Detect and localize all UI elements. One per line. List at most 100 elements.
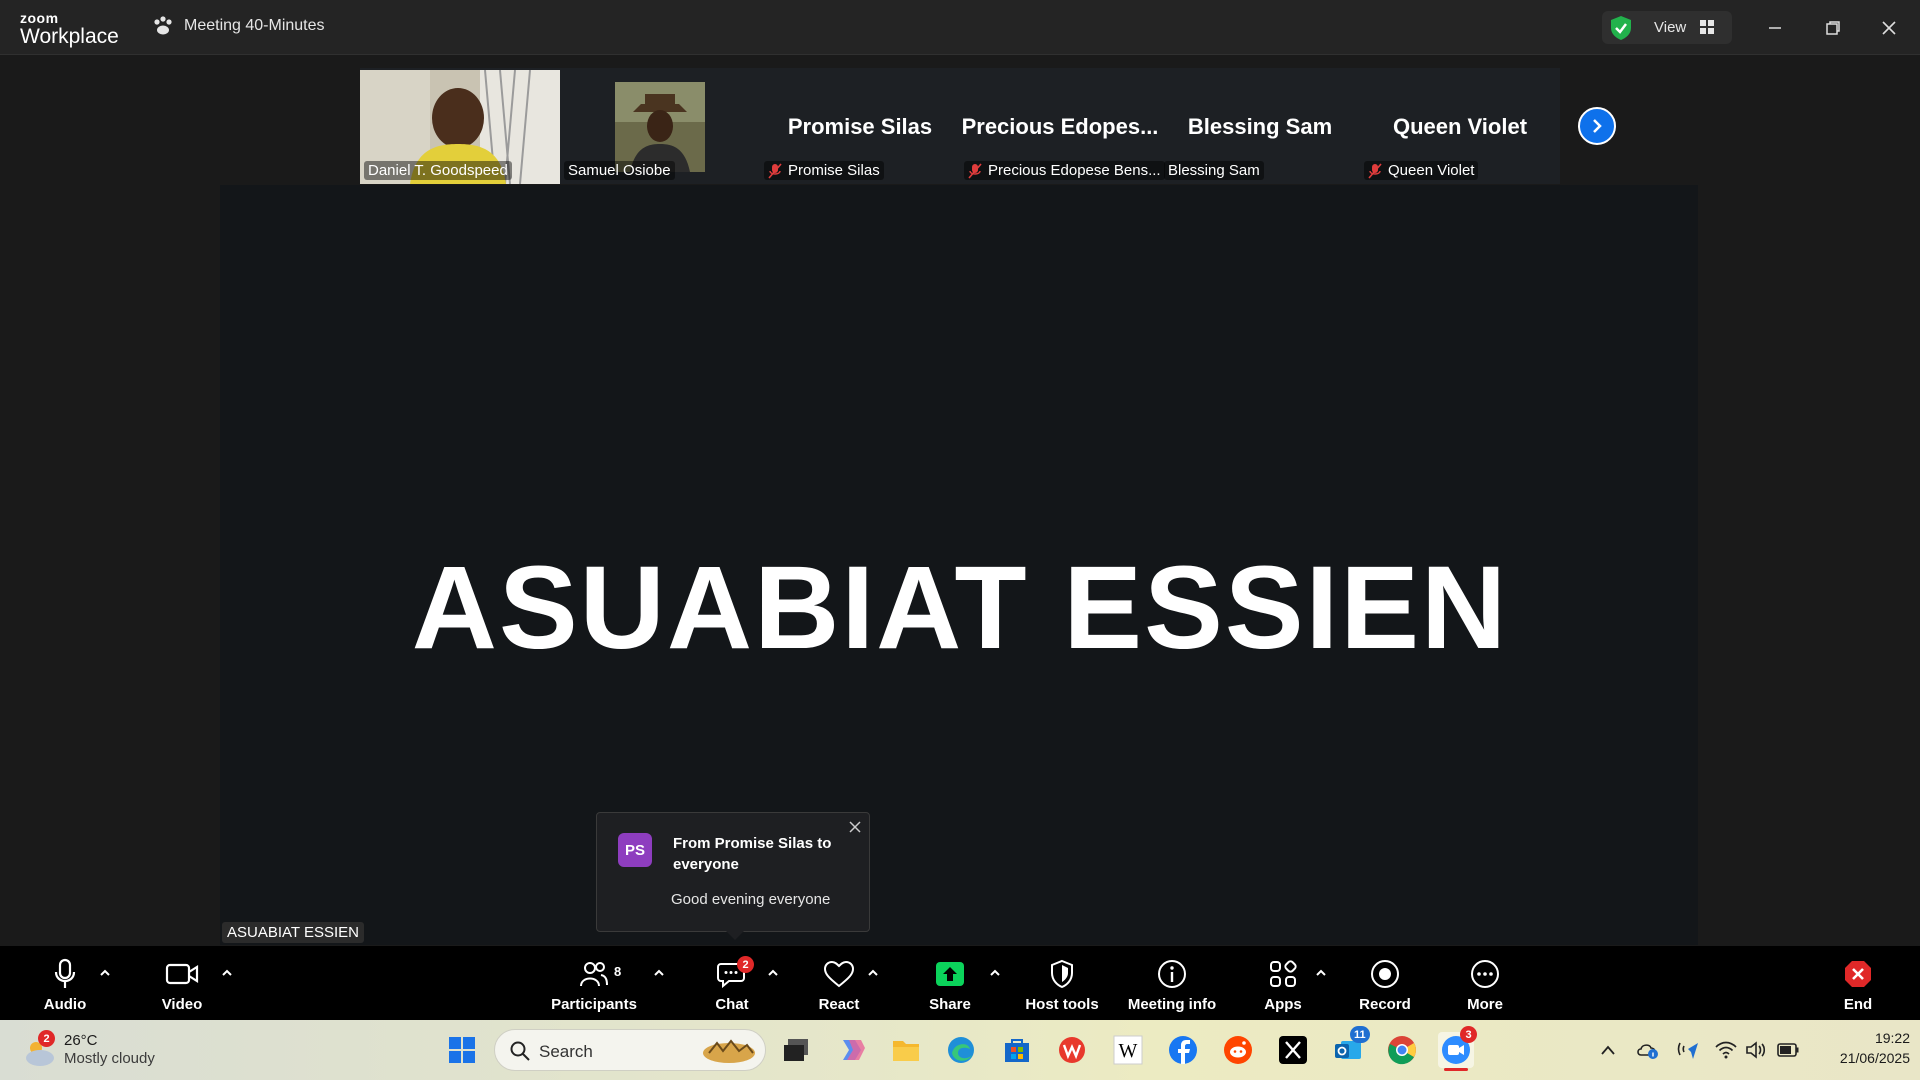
view-button[interactable]: View: [1602, 11, 1732, 44]
close-window-button[interactable]: [1875, 14, 1903, 42]
participant-tile-promise[interactable]: Promise Silas Promise Silas: [760, 70, 960, 184]
weather-widget[interactable]: 2 26°C Mostly cloudy: [20, 1030, 200, 1070]
participant-bigname-precious: Precious Edopes...: [961, 114, 1159, 139]
participant-photo-samuel: [615, 82, 705, 172]
taskbar-wps[interactable]: [1054, 1032, 1090, 1068]
tray-wifi[interactable]: [1714, 1038, 1738, 1062]
audio-label: Audio: [43, 996, 87, 1013]
tray-battery[interactable]: [1776, 1038, 1800, 1062]
more-options-icon: [1471, 960, 1499, 988]
video-label: Video: [161, 996, 203, 1013]
video-camera-icon: [165, 963, 199, 985]
participant-name-daniel: Daniel T. Goodspeed: [364, 161, 512, 180]
taskbar-edge[interactable]: [943, 1032, 979, 1068]
search-icon: [510, 1041, 530, 1061]
end-meeting-button[interactable]: End: [1838, 946, 1878, 1020]
taskbar-zoom[interactable]: 3: [1438, 1026, 1477, 1071]
more-button[interactable]: More: [1460, 946, 1510, 1020]
taskbar-reddit[interactable]: [1220, 1032, 1256, 1068]
taskbar-search[interactable]: Search: [494, 1029, 766, 1071]
task-view-icon: [784, 1039, 808, 1061]
more-label: More: [1467, 996, 1503, 1013]
host-tools-button[interactable]: Host tools: [1022, 946, 1102, 1020]
end-call-icon: [1845, 961, 1871, 987]
taskbar-x[interactable]: [1275, 1032, 1311, 1068]
show-hidden-icons-button[interactable]: [1596, 1038, 1620, 1062]
chat-notification[interactable]: PS From Promise Silas to everyone Good e…: [596, 812, 870, 932]
mic-muted-icon: [768, 162, 782, 179]
meeting-title-text: Meeting 40-Minutes: [184, 17, 325, 34]
search-highlight-image-icon: [703, 1039, 755, 1063]
taskbar-file-explorer[interactable]: [888, 1032, 924, 1068]
participant-bigname-queen: Queen Violet: [1392, 114, 1528, 139]
copilot-icon: [843, 1040, 865, 1060]
record-button[interactable]: Record: [1355, 946, 1415, 1020]
taskbar-wikipedia[interactable]: W: [1110, 1032, 1146, 1068]
host-tools-label: Host tools: [1025, 996, 1099, 1013]
wifi-icon: [1715, 1041, 1737, 1059]
tray-onedrive[interactable]: [1636, 1038, 1660, 1062]
microphone-icon: [54, 958, 76, 988]
audio-options-caret-icon[interactable]: [98, 966, 112, 980]
participant-bigname-blessing: Blessing Sam: [1187, 114, 1333, 139]
taskbar-clock[interactable]: 19:22 21/06/2025: [1810, 1030, 1910, 1066]
participant-tile-samuel[interactable]: Samuel Osiobe: [560, 70, 720, 184]
participants-button[interactable]: Participants: [548, 946, 640, 1020]
chat-notification-pointer: [726, 931, 744, 940]
restore-button[interactable]: [1819, 14, 1847, 42]
taskbar-chrome[interactable]: [1384, 1032, 1420, 1068]
wps-office-icon: [1059, 1037, 1085, 1063]
apps-button[interactable]: Apps: [1258, 946, 1308, 1020]
shield-icon: [1051, 959, 1073, 989]
meeting-info-button[interactable]: Meeting info: [1122, 946, 1222, 1020]
zoom-badge: 3: [1460, 1026, 1477, 1043]
react-options-caret-icon[interactable]: [866, 966, 880, 980]
participant-name-queen: Queen Violet: [1364, 161, 1479, 180]
chat-notification-sender: From Promise Silas to everyone: [673, 835, 832, 873]
record-label: Record: [1359, 996, 1411, 1013]
taskbar-task-view[interactable]: [778, 1032, 814, 1068]
meeting-info-label: Meeting info: [1127, 996, 1217, 1013]
participants-options-caret-icon[interactable]: [652, 966, 666, 980]
share-button[interactable]: Share: [924, 946, 976, 1020]
react-label: React: [818, 996, 860, 1013]
apps-icon: [1270, 960, 1297, 987]
chrome-browser-icon: [1388, 1036, 1416, 1065]
record-icon: [1371, 960, 1399, 988]
taskbar-copilot[interactable]: [834, 1032, 870, 1068]
wikipedia-icon: W: [1113, 1035, 1143, 1065]
video-button[interactable]: Video: [152, 946, 212, 1020]
tray-volume[interactable]: [1744, 1038, 1768, 1062]
title-bar: zoom Workplace Meeting 40-Minutes View: [0, 0, 1920, 55]
close-icon[interactable]: [847, 819, 863, 835]
participant-tile-precious[interactable]: Precious Edopes... Precious Edopese Bens…: [960, 70, 1165, 184]
share-screen-icon: [936, 962, 964, 986]
speaker-volume-icon: [1746, 1041, 1766, 1059]
restore-icon: [1826, 21, 1840, 35]
meeting-title[interactable]: Meeting 40-Minutes: [152, 16, 325, 36]
participant-name-promise: Promise Silas: [764, 161, 884, 180]
participant-tile-daniel[interactable]: Daniel T. Goodspeed: [360, 69, 560, 185]
taskbar-outlook[interactable]: 11: [1330, 1026, 1370, 1068]
taskbar-store[interactable]: [999, 1032, 1035, 1068]
next-page-button[interactable]: [1578, 107, 1616, 145]
taskbar-facebook[interactable]: [1165, 1032, 1201, 1068]
end-label: End: [1843, 996, 1873, 1013]
search-placeholder: Search: [539, 1042, 593, 1061]
participants-count: 8: [614, 964, 622, 979]
tray-location[interactable]: [1676, 1038, 1700, 1062]
participant-tile-blessing[interactable]: Blessing Sam Blessing Sam: [1160, 70, 1360, 184]
share-options-caret-icon[interactable]: [988, 966, 1002, 980]
react-button[interactable]: React: [812, 946, 866, 1020]
chat-unread-badge: 2: [737, 956, 754, 973]
start-button[interactable]: [444, 1032, 480, 1068]
video-options-caret-icon[interactable]: [220, 966, 234, 980]
logo-zoom-text: zoom: [20, 10, 59, 26]
audio-button[interactable]: Audio: [40, 946, 90, 1020]
temperature: 26°C: [64, 1032, 98, 1049]
apps-options-caret-icon[interactable]: [1314, 966, 1328, 980]
chat-options-caret-icon[interactable]: [766, 966, 780, 980]
view-grid-icon: [1700, 20, 1714, 34]
minimize-button[interactable]: [1761, 14, 1789, 42]
participant-tile-queen[interactable]: Queen Violet Queen Violet: [1360, 70, 1560, 184]
